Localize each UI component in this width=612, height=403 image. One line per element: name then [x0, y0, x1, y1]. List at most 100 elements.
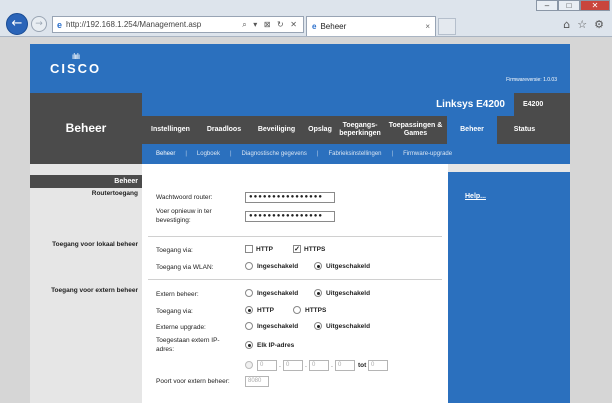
tab-title: Beheer: [320, 22, 347, 31]
brand-name: CISCO: [50, 61, 102, 76]
sub-nav: Beheer | Logboek | Diagnostische gegeven…: [142, 144, 570, 164]
wlan-disabled-option[interactable]: Uitgeschakeld: [314, 262, 370, 270]
radio-button[interactable]: [314, 262, 322, 270]
star-icon[interactable]: ☆: [577, 18, 587, 31]
http-checkbox[interactable]: [245, 245, 253, 253]
ip-octet-2[interactable]: 0: [283, 360, 303, 371]
router-page: ılıılı CISCO Firmwareversie: 1.0.03 Behe…: [30, 44, 570, 403]
upgrade-disabled-option[interactable]: Uitgeschakeld: [314, 322, 370, 330]
allowed-ip-label-line2: adres:: [156, 346, 175, 353]
radio-button[interactable]: [245, 361, 253, 369]
wlan-enabled-option[interactable]: Ingeschakeld: [245, 262, 298, 270]
subnav-beheer[interactable]: Beheer: [156, 151, 175, 157]
disabled-label: Uitgeschakeld: [326, 289, 371, 297]
radio-button[interactable]: [245, 322, 253, 330]
remote-https-option[interactable]: HTTPS: [293, 306, 326, 314]
router-access-label: Routertoegang: [91, 190, 138, 197]
help-box: Help...: [448, 172, 570, 403]
page-title: Beheer: [30, 93, 142, 164]
forward-button[interactable]: →: [31, 16, 47, 32]
tab-close-icon[interactable]: ×: [425, 22, 430, 31]
subnav-firmware-upgrade[interactable]: Firmware-upgrade: [403, 151, 452, 157]
local-access-via-label: Toegang via:: [156, 247, 193, 254]
radio-button[interactable]: [245, 341, 253, 349]
radio-button[interactable]: [245, 289, 253, 297]
nav-status[interactable]: Status: [497, 116, 552, 144]
divider: [148, 279, 442, 280]
confirm-label-line1: Voer opnieuw in ter: [156, 208, 212, 215]
enabled-label: Ingeschakeld: [257, 289, 299, 297]
subnav-separator: |: [316, 151, 319, 157]
upgrade-enabled-option[interactable]: Ingeschakeld: [245, 322, 298, 330]
gear-icon[interactable]: ⚙: [594, 18, 604, 31]
local-https-option[interactable]: ✓ HTTPS: [293, 245, 325, 253]
nav-opslag[interactable]: Opslag: [304, 116, 336, 144]
new-tab-button[interactable]: [438, 18, 456, 35]
subnav-separator: |: [229, 151, 232, 157]
enabled-label: Ingeschakeld: [257, 262, 299, 270]
cisco-logo: ılıılı CISCO: [50, 52, 102, 77]
radio-button[interactable]: [245, 262, 253, 270]
subnav-separator: |: [391, 151, 394, 157]
ip-octet-4[interactable]: 0: [335, 360, 355, 371]
password-label: Wachtwoord router:: [156, 194, 213, 201]
address-actions[interactable]: ⌕ ▾ ⊠ ↻ ✕: [242, 20, 299, 30]
remote-disabled-option[interactable]: Uitgeschakeld: [314, 289, 370, 297]
browser-tab[interactable]: e Beheer ×: [306, 16, 436, 36]
address-bar[interactable]: e http://192.168.1.254/Management.asp ⌕ …: [52, 16, 304, 33]
http-label: HTTP: [256, 245, 273, 253]
nav-instellingen[interactable]: Instellingen: [142, 116, 199, 144]
close-window-button[interactable]: ✕: [580, 0, 610, 11]
minimize-button[interactable]: –: [536, 0, 558, 11]
confirm-password-field[interactable]: ●●●●●●●●●●●●●●●●: [245, 211, 335, 222]
help-link[interactable]: Help...: [465, 193, 486, 200]
ip-range-option[interactable]: [245, 361, 257, 369]
remote-port-label: Poort voor extern beheer:: [156, 378, 230, 385]
radio-button[interactable]: [314, 289, 322, 297]
maximize-button[interactable]: □: [558, 0, 580, 11]
remote-access-via-label: Toegang via:: [156, 308, 193, 315]
https-checkbox[interactable]: ✓: [293, 245, 301, 253]
url-text: http://192.168.1.254/Management.asp: [66, 20, 202, 29]
cisco-bars-icon: ılıılı: [71, 52, 80, 61]
product-name: Linksys E4200: [142, 93, 514, 116]
disabled-label: Uitgeschakeld: [326, 262, 371, 270]
confirm-label-line2: bevestiging:: [156, 217, 191, 224]
ip-octet-1[interactable]: 0: [257, 360, 277, 371]
https-label: HTTPS: [305, 306, 327, 314]
nav-beheer[interactable]: Beheer: [447, 116, 497, 144]
subnav-factory-defaults[interactable]: Fabrieksinstellingen: [328, 151, 381, 157]
nav-draadloos[interactable]: Draadloos: [199, 116, 249, 144]
brand-header: ılıılı CISCO Firmwareversie: 1.0.03: [30, 44, 570, 93]
ie-page-icon: e: [57, 19, 63, 30]
remote-upgrade-label: Externe upgrade:: [156, 324, 206, 331]
ip-range-end[interactable]: 0: [368, 360, 388, 371]
wlan-access-label: Toegang via WLAN:: [156, 264, 214, 271]
enabled-label: Ingeschakeld: [257, 322, 299, 330]
browser-toolbar: ⌂ ☆ ⚙: [563, 18, 604, 31]
ip-octet-3[interactable]: 0: [309, 360, 329, 371]
remote-management-label: Extern beheer:: [156, 291, 199, 298]
subnav-diagnostics[interactable]: Diagnostische gegevens: [242, 151, 307, 157]
remote-port-field[interactable]: 8080: [245, 376, 269, 387]
radio-button[interactable]: [293, 306, 301, 314]
home-icon[interactable]: ⌂: [563, 18, 570, 31]
arrow-right-icon: →: [35, 19, 43, 29]
subnav-logboek[interactable]: Logboek: [197, 151, 220, 157]
divider: [148, 236, 442, 237]
arrow-left-icon: ←: [11, 16, 23, 31]
nav-toegangsbeperkingen[interactable]: Toegangs-beperkingen: [336, 116, 384, 144]
remote-enabled-option[interactable]: Ingeschakeld: [245, 289, 298, 297]
back-button[interactable]: ←: [6, 13, 28, 35]
nav-toepassingen-games[interactable]: Toepassingen & Games: [384, 116, 447, 144]
window-controls: – □ ✕: [536, 0, 610, 11]
remote-http-option[interactable]: HTTP: [245, 306, 274, 314]
nav-beveiliging[interactable]: Beveiliging: [249, 116, 304, 144]
password-field[interactable]: ●●●●●●●●●●●●●●●●: [245, 192, 335, 203]
model-name: E4200: [514, 93, 570, 116]
any-ip-option[interactable]: Elk IP-adres: [245, 341, 294, 349]
radio-button[interactable]: [245, 306, 253, 314]
radio-button[interactable]: [314, 322, 322, 330]
main-nav: Instellingen Draadloos Beveiliging Opsla…: [142, 116, 570, 144]
local-http-option[interactable]: HTTP: [245, 245, 273, 253]
